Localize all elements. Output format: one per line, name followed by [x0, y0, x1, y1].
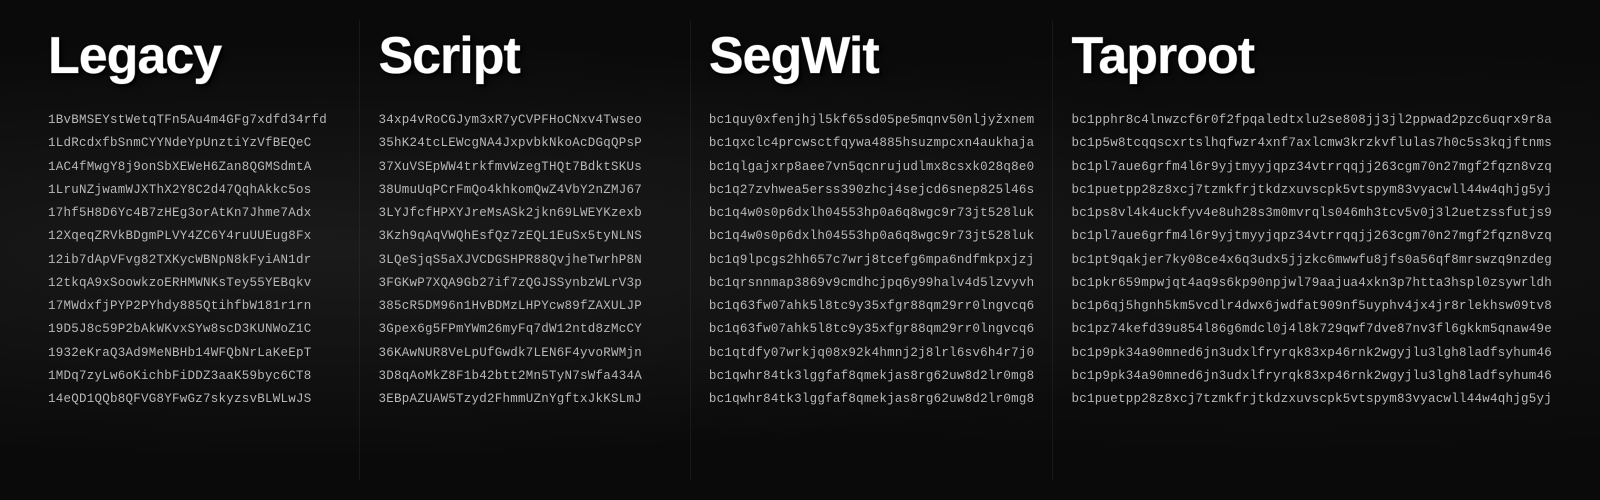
address-item[interactable]: bc1p9pk34a90mned6jn3udxlfryrqk83xp46rnk2… — [1071, 343, 1552, 364]
address-item[interactable]: 1AC4fMwgY8j9onSbXEWeH6Zan8QGMSdmtA — [48, 157, 341, 178]
segwit-title: SegWit — [709, 20, 1035, 82]
address-item[interactable]: bc1qxclc4prcwsctfqywa4885hsuzmpcxn4aukha… — [709, 133, 1035, 154]
address-item[interactable]: 12tkqA9xSoowkzoERHMWNKsTey55YEBqkv — [48, 273, 341, 294]
taproot-title: Taproot — [1071, 20, 1552, 82]
address-item[interactable]: bc1pkr659mpwjqt4aq9s6kp90npjwl79aajua4xk… — [1071, 273, 1552, 294]
address-item[interactable]: 3EBpAZUAW5Tzyd2FhmmUZnYgftxJkKSLmJ — [378, 389, 671, 410]
address-item[interactable]: bc1q4w0s0p6dxlh04553hp0a6q8wgc9r73jt528l… — [709, 203, 1035, 224]
page-container: Legacy 1BvBMSEYstWetqTFn5Au4m4GFg7xdfd34r… — [0, 0, 1600, 500]
address-item[interactable]: bc1pphr8c4lnwzcf6r0f2fpqaledtxlu2se808jj… — [1071, 110, 1552, 131]
address-item[interactable]: bc1quy0xfenjhjl5kf65sd05pe5mqnv50nljyžxn… — [709, 110, 1035, 131]
legacy-address-list: 1BvBMSEYstWetqTFn5Au4m4GFg7xdfd34rfd1LdR… — [48, 110, 341, 410]
address-item[interactable]: bc1p5w8tcqqscxrtslhqfwzr4xnf7axlcmw3krzk… — [1071, 133, 1552, 154]
column-taproot: Taproot bc1pphr8c4lnwzcf6r0f2fpqaledtxlu2… — [1053, 20, 1570, 480]
address-item[interactable]: 3FGKwP7XQA9Gb27if7zQGJSSynbzWLrV3p — [378, 273, 671, 294]
address-item[interactable]: 1BvBMSEYstWetqTFn5Au4m4GFg7xdfd34rfd — [48, 110, 341, 131]
script-title: Script — [378, 20, 671, 82]
address-item[interactable]: bc1pt9qakjer7ky08ce4x6q3udx5jjzkc6mwwfu8… — [1071, 250, 1552, 271]
address-item[interactable]: bc1puetpp28z8xcj7tzmkfrjtkdzxuvscpk5vtsp… — [1071, 389, 1552, 410]
address-item[interactable]: bc1puetpp28z8xcj7tzmkfrjtkdzxuvscpk5vtsp… — [1071, 180, 1552, 201]
address-item[interactable]: bc1qrsnnmap3869v9cmdhcjpq6y99halv4d5lzvy… — [709, 273, 1035, 294]
address-item[interactable]: bc1p9pk34a90mned6jn3udxlfryrqk83xp46rnk2… — [1071, 366, 1552, 387]
address-item[interactable]: 1MDq7zyLw6oKichbFiDDZ3aaK59byc6CT8 — [48, 366, 341, 387]
address-item[interactable]: 38UmuUqPCrFmQo4khkomQwZ4VbY2nZMJ67 — [378, 180, 671, 201]
address-item[interactable]: 1LdRcdxfbSnmCYYNdeYpUnztiYzVfBEQeC — [48, 133, 341, 154]
address-item[interactable]: 34xp4vRoCGJym3xR7yCVPFHoCNxv4Twseo — [378, 110, 671, 131]
address-item[interactable]: 36KAwNUR8VeLpUfGwdk7LEN6F4yvoRWMjn — [378, 343, 671, 364]
address-item[interactable]: bc1pz74kefd39u854l86g6mdcl0j4l8k729qwf7d… — [1071, 319, 1552, 340]
legacy-title: Legacy — [48, 20, 341, 82]
address-item[interactable]: 35hK24tcLEWcgNA4JxpvbkNkoAcDGqQPsP — [378, 133, 671, 154]
address-item[interactable]: 12ib7dApVFvg82TXKycWBNpN8kFyiAN1dr — [48, 250, 341, 271]
address-item[interactable]: bc1qtdfy07wrkjq08x92k4hmnj2j8lrl6sv6h4r7… — [709, 343, 1035, 364]
address-item[interactable]: bc1qwhr84tk3lggfaf8qmekjas8rg62uw8d2lr0m… — [709, 366, 1035, 387]
address-item[interactable]: 1932eKraQ3Ad9MeNBHb14WFQbNrLaKeEpT — [48, 343, 341, 364]
address-item[interactable]: bc1ps8vl4k4uckfyv4e8uh28s3m0mvrqls046mh3… — [1071, 203, 1552, 224]
segwit-address-list: bc1quy0xfenjhjl5kf65sd05pe5mqnv50nljyžxn… — [709, 110, 1035, 410]
address-item[interactable]: bc1q63fw07ahk5l8tc9y35xfgr88qm29rr0lngvc… — [709, 296, 1035, 317]
address-item[interactable]: 17MWdxfjPYP2PYhdy885QtihfbW181r1rn — [48, 296, 341, 317]
address-item[interactable]: 3Gpex6g5FPmYWm26myFq7dW12ntd8zMcCY — [378, 319, 671, 340]
address-item[interactable]: bc1pl7aue6grfm4l6r9yjtmyyjqpz34vtrrqqjj2… — [1071, 157, 1552, 178]
address-item[interactable]: bc1q9lpcgs2hh657c7wrj8tcefg6mpa6ndfmkpxj… — [709, 250, 1035, 271]
script-address-list: 34xp4vRoCGJym3xR7yCVPFHoCNxv4Twseo35hK24… — [378, 110, 671, 410]
address-item[interactable]: 385cR5DM96n1HvBDMzLHPYcw89fZAXULJP — [378, 296, 671, 317]
address-item[interactable]: bc1q27zvhwea5erss390zhcj4sejcd6snep825l4… — [709, 180, 1035, 201]
address-item[interactable]: bc1qwhr84tk3lggfaf8qmekjas8rg62uw8d2lr0m… — [709, 389, 1035, 410]
address-item[interactable]: bc1q63fw07ahk5l8tc9y35xfgr88qm29rr0lngvc… — [709, 319, 1035, 340]
address-item[interactable]: 14eQD1QQb8QFVG8YFwGz7skyzsvBLWLwJS — [48, 389, 341, 410]
address-item[interactable]: bc1q4w0s0p6dxlh04553hp0a6q8wgc9r73jt528l… — [709, 226, 1035, 247]
address-item[interactable]: 3LYJfcfHPXYJreMsASk2jkn69LWEYKzexb — [378, 203, 671, 224]
column-segwit: SegWit bc1quy0xfenjhjl5kf65sd05pe5mqnv50n… — [691, 20, 1054, 480]
address-item[interactable]: bc1qlgajxrp8aee7vn5qcnrujudlmx8csxk028q8… — [709, 157, 1035, 178]
address-item[interactable]: 3D8qAoMkZ8F1b42btt2Mn5TyN7sWfa434A — [378, 366, 671, 387]
address-item[interactable]: 12XqeqZRVkBDgmPLVY4ZC6Y4ruUUEug8Fx — [48, 226, 341, 247]
address-item[interactable]: bc1pl7aue6grfm4l6r9yjtmyyjqpz34vtrrqqjj2… — [1071, 226, 1552, 247]
address-item[interactable]: bc1p6qj5hgnh5km5vcdlr4dwx6jwdfat909nf5uy… — [1071, 296, 1552, 317]
address-item[interactable]: 17hf5H8D6Yc4B7zHEg3orAtKn7Jhme7Adx — [48, 203, 341, 224]
column-legacy: Legacy 1BvBMSEYstWetqTFn5Au4m4GFg7xdfd34r… — [30, 20, 360, 480]
address-item[interactable]: 19D5J8c59P2bAkWKvxSYw8scD3KUNWoZ1C — [48, 319, 341, 340]
address-item[interactable]: 1LruNZjwamWJXThX2Y8C2d47QqhAkkc5os — [48, 180, 341, 201]
column-script: Script 34xp4vRoCGJym3xR7yCVPFHoCNxv4Twseo… — [360, 20, 690, 480]
address-item[interactable]: 3LQeSjqS5aXJVCDGSHPR88QvjheTwrhP8N — [378, 250, 671, 271]
address-item[interactable]: 3Kzh9qAqVWQhEsfQz7zEQL1EuSx5tyNLNS — [378, 226, 671, 247]
address-item[interactable]: 37XuVSEpWW4trkfmvWzegTHQt7BdktSKUs — [378, 157, 671, 178]
taproot-address-list: bc1pphr8c4lnwzcf6r0f2fpqaledtxlu2se808jj… — [1071, 110, 1552, 410]
